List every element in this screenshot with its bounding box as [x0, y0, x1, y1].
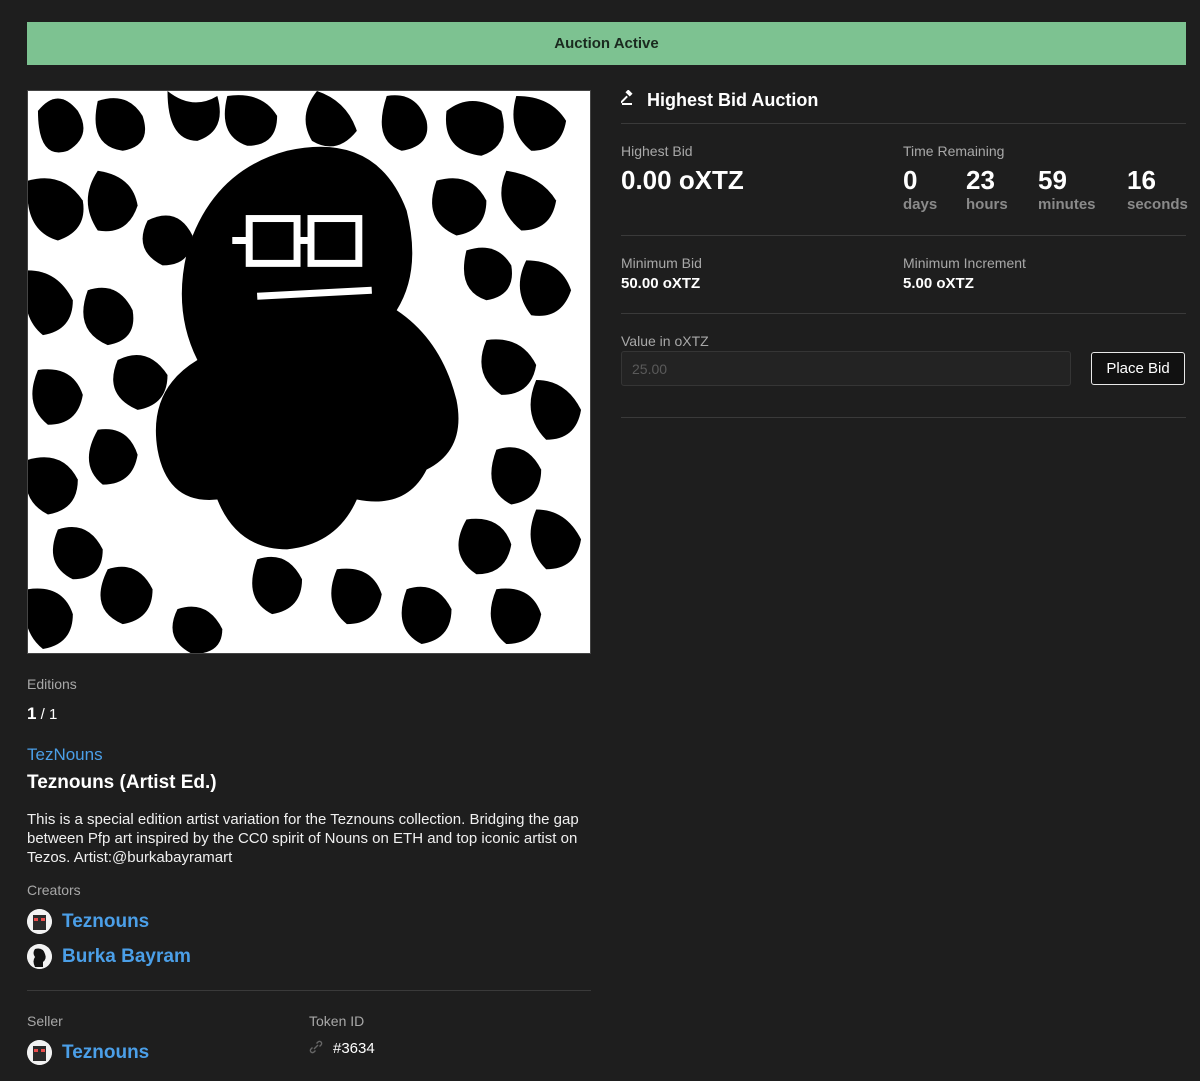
auction-header: Highest Bid Auction	[620, 89, 819, 111]
editions-total: / 1	[40, 706, 58, 723]
editions-label: Editions	[27, 676, 77, 692]
minimum-bid-label: Minimum Bid	[621, 255, 702, 271]
divider	[621, 313, 1186, 314]
token-id[interactable]: #3634	[309, 1040, 375, 1057]
auction-status-banner: Auction Active	[27, 22, 1186, 65]
seller-name[interactable]: Teznouns	[62, 1042, 149, 1064]
divider	[621, 235, 1186, 236]
countdown-hours: 23 hours	[966, 165, 1008, 213]
teznouns-avatar-icon	[27, 1040, 52, 1065]
countdown: 0 days 23 hours 59 minutes 16 seconds	[903, 164, 1188, 213]
time-remaining-label: Time Remaining	[903, 143, 1005, 159]
highest-bid-value: 0.00 oXTZ	[621, 165, 744, 195]
countdown-days: 0 days	[903, 165, 938, 213]
gavel-icon	[620, 89, 637, 111]
editions-value: 1 / 1	[27, 704, 57, 724]
section-divider	[27, 990, 591, 991]
creator-name[interactable]: Teznouns	[62, 911, 149, 933]
place-bid-button[interactable]: Place Bid	[1091, 352, 1185, 385]
creator-burka-bayram[interactable]: Burka Bayram	[27, 944, 191, 969]
auction-title: Highest Bid Auction	[647, 90, 819, 110]
editions-current: 1	[27, 704, 37, 723]
bid-value-label: Value in oXTZ	[621, 333, 709, 349]
countdown-seconds: 16 seconds	[1127, 165, 1188, 213]
teznouns-avatar-icon	[27, 909, 52, 934]
creator-name[interactable]: Burka Bayram	[62, 946, 191, 968]
collection-link[interactable]: TezNouns	[27, 745, 103, 765]
divider	[621, 417, 1186, 418]
countdown-minutes: 59 minutes	[1038, 165, 1096, 213]
highest-bid-label: Highest Bid	[621, 143, 693, 159]
token-id-value: #3634	[333, 1040, 375, 1057]
minimum-increment-value: 5.00 oXTZ	[903, 275, 974, 292]
burka-avatar-icon	[27, 944, 52, 969]
token-title: Teznouns (Artist Ed.)	[27, 772, 217, 793]
token-id-label: Token ID	[309, 1013, 365, 1029]
link-icon[interactable]	[309, 1040, 323, 1057]
creator-teznouns[interactable]: Teznouns	[27, 909, 149, 934]
auction-status-text: Auction Active	[554, 35, 659, 52]
token-description: This is a special edition artist variati…	[27, 811, 579, 866]
minimum-increment-label: Minimum Increment	[903, 255, 1026, 271]
token-artwork[interactable]	[27, 90, 591, 654]
seller-label: Seller	[27, 1013, 63, 1029]
creators-label: Creators	[27, 882, 81, 898]
divider	[621, 123, 1186, 124]
seller-teznouns[interactable]: Teznouns	[27, 1040, 149, 1065]
bid-value-input[interactable]	[621, 351, 1071, 386]
minimum-bid-value: 50.00 oXTZ	[621, 275, 701, 292]
